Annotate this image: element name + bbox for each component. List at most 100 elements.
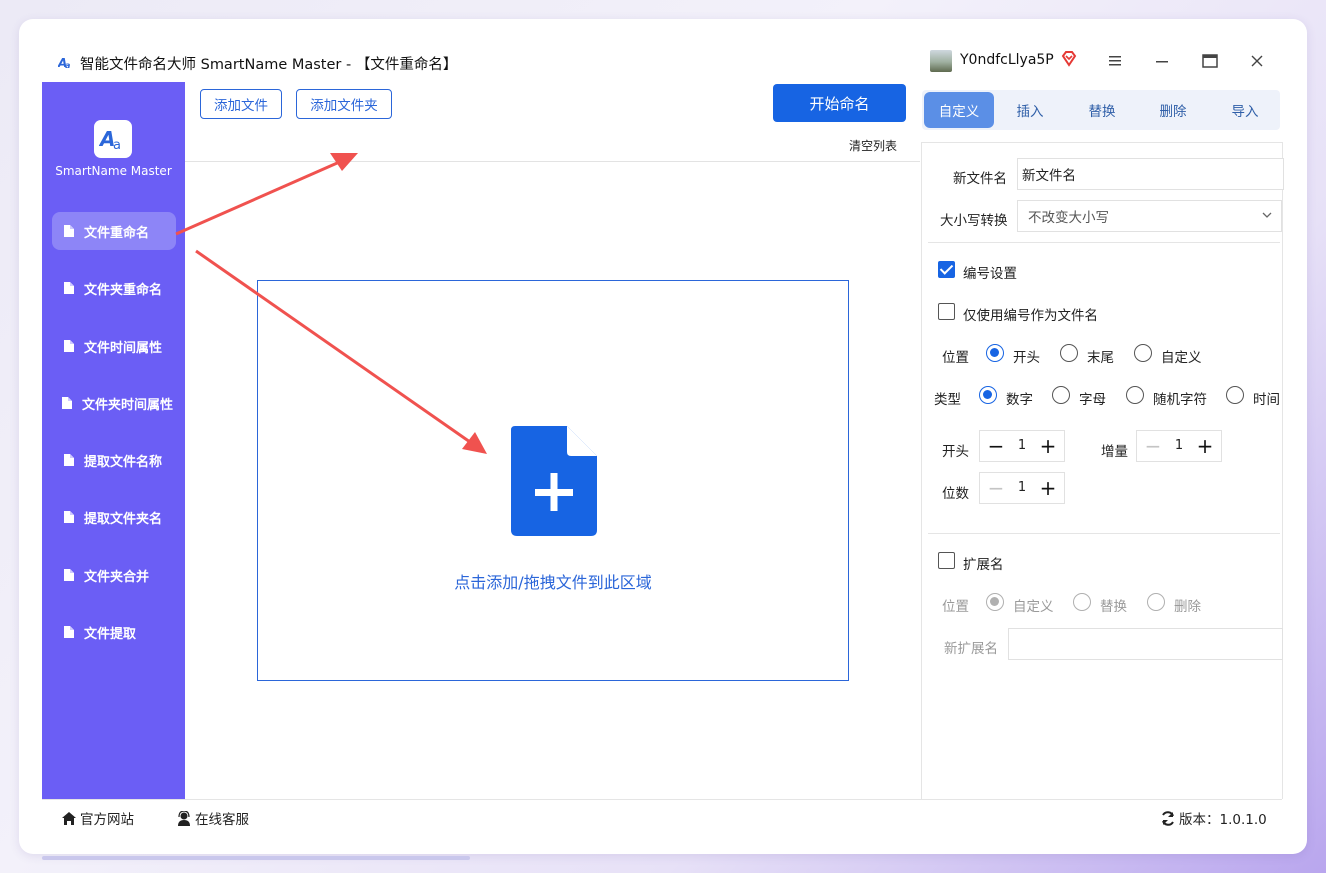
extension-checkbox[interactable] (938, 552, 955, 569)
sidebar-item-file-extract[interactable]: 文件提取 (52, 613, 176, 651)
new-name-input[interactable]: 新文件名 (1017, 158, 1284, 190)
horizontal-scrollbar[interactable] (42, 856, 470, 860)
type-letter-label: 字母 (1079, 392, 1106, 408)
type-random-label: 随机字符 (1153, 392, 1207, 408)
plus-icon[interactable]: + (1036, 434, 1060, 458)
type-letter-radio[interactable] (1052, 386, 1070, 404)
only-number-label: 仅使用编号作为文件名 (963, 308, 1098, 324)
numbering-label: 编号设置 (963, 266, 1017, 282)
official-website-label: 官方网站 (80, 812, 134, 828)
avatar[interactable] (930, 50, 952, 72)
tab-insert[interactable]: 插入 (995, 92, 1065, 128)
add-folder-button[interactable]: 添加文件夹 (296, 89, 392, 119)
position-end-radio[interactable] (1060, 344, 1078, 362)
start-rename-button[interactable]: 开始命名 (773, 84, 906, 122)
file-icon (62, 397, 72, 409)
hamburger-icon[interactable] (1100, 48, 1130, 74)
svg-text:a: a (65, 61, 70, 70)
type-number-radio[interactable] (979, 386, 997, 404)
position-start-label: 开头 (1013, 350, 1040, 366)
tab-custom[interactable]: 自定义 (924, 92, 994, 128)
minus-icon[interactable]: − (984, 476, 1008, 500)
clear-list-button[interactable]: 清空列表 (849, 137, 897, 154)
app-logo-icon: Aa (57, 54, 74, 70)
position-custom-label: 自定义 (1161, 350, 1202, 366)
minus-icon[interactable]: − (984, 434, 1008, 458)
start-stepper[interactable]: − 1 + (979, 430, 1065, 462)
home-icon (62, 811, 76, 825)
sidebar-item-label: 文件时间属性 (84, 340, 163, 356)
case-label: 大小写转换 (940, 213, 1008, 229)
version-info: 版本：1.0.1.0 (1160, 808, 1267, 828)
refresh-icon (1162, 810, 1174, 826)
app-name: SmartName Master (55, 164, 172, 178)
increment-label: 增量 (1101, 444, 1128, 460)
ext-custom-radio[interactable] (986, 593, 1004, 611)
sidebar-item-file-time[interactable]: 文件时间属性 (52, 327, 176, 365)
sidebar-item-extract-filename[interactable]: 提取文件名称 (52, 441, 176, 479)
file-icon (64, 282, 74, 294)
tab-delete[interactable]: 删除 (1138, 92, 1208, 128)
ext-delete-radio[interactable] (1147, 593, 1165, 611)
username[interactable]: Y0ndfcLlya5P (960, 52, 1054, 68)
type-time-radio[interactable] (1226, 386, 1244, 404)
sidebar-item-file-rename[interactable]: 文件重命名 (52, 212, 176, 250)
add-file-icon[interactable] (511, 426, 597, 540)
position-custom-radio[interactable] (1134, 344, 1152, 362)
position-label: 位置 (942, 350, 969, 366)
increment-value: 1 (1174, 438, 1184, 453)
online-support-label: 在线客服 (195, 812, 249, 828)
file-icon (64, 340, 74, 352)
minus-icon[interactable]: − (1141, 434, 1165, 458)
digits-value: 1 (1017, 480, 1027, 495)
new-name-label: 新文件名 (953, 171, 1007, 187)
position-end-label: 末尾 (1087, 350, 1114, 366)
start-label: 开头 (942, 444, 969, 460)
tab-import[interactable]: 导入 (1210, 92, 1280, 128)
official-website-link[interactable]: 官方网站 (61, 808, 134, 828)
case-select[interactable]: 不改变大小写 (1017, 200, 1282, 232)
maximize-icon[interactable] (1195, 48, 1225, 74)
online-support-link[interactable]: 在线客服 (176, 808, 249, 828)
type-time-label: 时间 (1253, 392, 1280, 408)
vip-diamond-icon[interactable] (1060, 50, 1078, 68)
position-start-radio[interactable] (986, 344, 1004, 362)
sidebar-item-label: 文件夹重命名 (84, 282, 163, 298)
version-label: 版本：1.0.1.0 (1179, 812, 1267, 828)
sidebar-item-folder-time[interactable]: 文件夹时间属性 (52, 384, 176, 422)
tab-replace[interactable]: 替换 (1067, 92, 1137, 128)
file-drop-zone[interactable]: 点击添加/拖拽文件到此区域 (257, 280, 849, 681)
sidebar: Aa SmartName Master 文件重命名 文件夹重命名 文件时间属性 … (42, 82, 185, 799)
window-title: 智能文件命名大师 SmartName Master - 【文件重命名】 (80, 57, 458, 73)
sidebar-item-extract-foldername[interactable]: 提取文件夹名 (52, 498, 176, 536)
ext-custom-label: 自定义 (1013, 599, 1054, 615)
digits-label: 位数 (942, 486, 969, 502)
digits-stepper[interactable]: − 1 + (979, 472, 1065, 504)
sidebar-item-label: 文件重命名 (84, 225, 150, 241)
add-file-button[interactable]: 添加文件 (200, 89, 282, 119)
start-value: 1 (1017, 438, 1027, 453)
new-ext-input[interactable] (1008, 628, 1283, 660)
sidebar-item-label: 提取文件夹名 (84, 511, 163, 527)
chevron-down-icon (1261, 209, 1273, 224)
file-icon (64, 569, 74, 581)
main-toolbar: 添加文件 添加文件夹 开始命名 清空列表 (185, 82, 920, 162)
file-icon (64, 225, 74, 237)
file-icon (64, 626, 74, 638)
increment-stepper[interactable]: − 1 + (1136, 430, 1222, 462)
sidebar-item-folder-merge[interactable]: 文件夹合并 (52, 556, 176, 594)
only-number-checkbox[interactable] (938, 303, 955, 320)
close-icon[interactable] (1242, 48, 1272, 74)
plus-icon[interactable]: + (1036, 476, 1060, 500)
minimize-icon[interactable] (1147, 48, 1177, 74)
sidebar-item-label: 文件夹时间属性 (82, 397, 174, 413)
plus-icon[interactable]: + (1193, 434, 1217, 458)
ext-replace-radio[interactable] (1073, 593, 1091, 611)
ext-replace-label: 替换 (1100, 599, 1127, 615)
footer: 官方网站 在线客服 版本：1.0.1.0 (42, 799, 1282, 832)
type-random-radio[interactable] (1126, 386, 1144, 404)
sidebar-item-folder-rename[interactable]: 文件夹重命名 (52, 269, 176, 307)
divider (928, 533, 1280, 534)
numbering-checkbox[interactable] (938, 261, 955, 278)
type-label: 类型 (934, 392, 961, 408)
